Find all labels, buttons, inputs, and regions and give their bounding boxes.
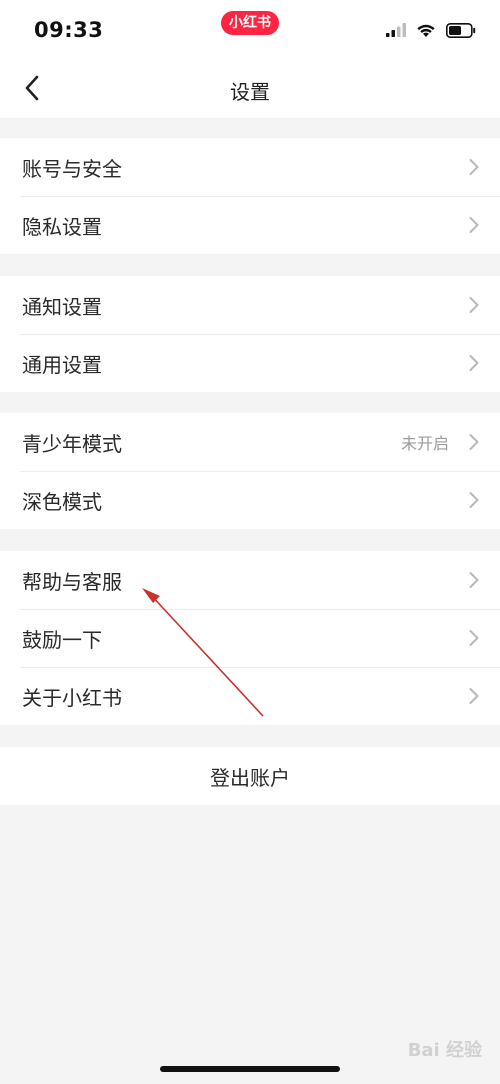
settings-item-label: 账号与安全: [22, 156, 122, 181]
settings-item-label: 青少年模式: [22, 431, 122, 456]
chevron-right-icon: [469, 688, 479, 704]
settings-item-privacy[interactable]: 隐私设置: [0, 196, 500, 254]
logout-label: 登出账户: [210, 765, 290, 790]
settings-item-label: 隐私设置: [22, 214, 102, 239]
home-indicator: [160, 1066, 340, 1072]
chevron-right-icon: [469, 630, 479, 646]
settings-item-notifications[interactable]: 通知设置: [0, 276, 500, 334]
settings-item-label: 帮助与客服: [22, 569, 122, 594]
settings-item-label: 通知设置: [22, 294, 102, 319]
chevron-right-icon: [469, 434, 479, 450]
settings-group-support: 帮助与客服 鼓励一下 关于小红书: [0, 551, 500, 725]
battery-icon: [446, 22, 476, 38]
chevron-right-icon: [469, 355, 479, 371]
status-icons: [386, 20, 476, 40]
app-badge: 小红书: [221, 11, 279, 35]
chevron-right-icon: [469, 217, 479, 233]
page-title: 设置: [230, 80, 270, 104]
wifi-icon: [417, 24, 435, 37]
settings-item-label: 通用设置: [22, 352, 102, 377]
status-bar: 09:33 小红书: [0, 0, 500, 60]
chevron-right-icon: [469, 159, 479, 175]
logout-button[interactable]: 登出账户: [0, 747, 500, 805]
settings-item-about[interactable]: 关于小红书: [0, 667, 500, 725]
logout-section: 登出账户: [0, 747, 500, 805]
settings-item-label: 关于小红书: [22, 685, 122, 710]
settings-item-help-support[interactable]: 帮助与客服: [0, 551, 500, 609]
watermark: Bai 经验: [407, 1040, 482, 1061]
settings-group-account: 账号与安全 隐私设置: [0, 138, 500, 254]
settings-item-account-security[interactable]: 账号与安全: [0, 138, 500, 196]
teen-mode-status: 未开启: [400, 434, 449, 453]
settings-item-general[interactable]: 通用设置: [0, 334, 500, 392]
settings-item-dark-mode[interactable]: 深色模式: [0, 471, 500, 529]
chevron-right-icon: [469, 297, 479, 313]
settings-group-general: 通知设置 通用设置: [0, 276, 500, 392]
settings-item-label: 深色模式: [22, 489, 102, 514]
nav-bar: 设置: [0, 60, 500, 118]
settings-item-label: 鼓励一下: [22, 627, 102, 652]
settings-item-teen-mode[interactable]: 青少年模式 未开启: [0, 413, 500, 471]
chevron-right-icon: [469, 492, 479, 508]
settings-group-modes: 青少年模式 未开启 深色模式: [0, 413, 500, 529]
status-time: 09:33: [34, 18, 104, 42]
signal-icon: [386, 23, 406, 37]
chevron-right-icon: [469, 572, 479, 588]
settings-item-rate-app[interactable]: 鼓励一下: [0, 609, 500, 667]
